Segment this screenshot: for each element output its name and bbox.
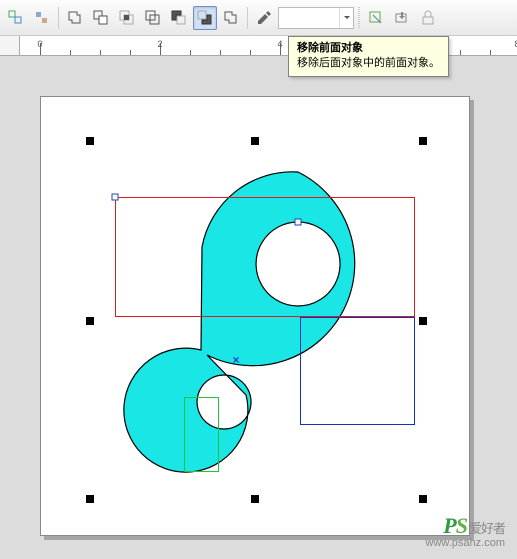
selection-handle[interactable] <box>251 495 259 503</box>
selection-handle[interactable] <box>419 495 427 503</box>
clip-icon[interactable] <box>364 6 388 30</box>
separator <box>358 7 360 29</box>
lock-icon[interactable] <box>416 6 440 30</box>
boundary-icon[interactable] <box>219 6 243 30</box>
selection-handle[interactable] <box>86 137 94 145</box>
tooltip-desc: 移除后面对象中的前面对象。 <box>297 56 440 71</box>
eyedropper-icon[interactable] <box>252 6 276 30</box>
fill-dropdown-icon[interactable] <box>339 8 353 28</box>
fill-combo[interactable] <box>278 7 354 29</box>
canvas-area[interactable]: × <box>0 56 517 559</box>
selection-handle[interactable] <box>419 137 427 145</box>
ruler-label: 0 <box>37 39 42 49</box>
artwork: × <box>41 97 469 535</box>
ruler-corner <box>0 36 20 56</box>
watermark-url: www.psahz.com <box>426 537 505 549</box>
watermark-logo: PS爱好者 <box>426 513 505 539</box>
watermark: PS爱好者 www.psahz.com <box>426 513 505 549</box>
extract-icon[interactable] <box>390 6 414 30</box>
back-minus-front-icon[interactable] <box>193 6 217 30</box>
snap-icon[interactable] <box>4 6 28 30</box>
front-minus-back-icon[interactable] <box>167 6 191 30</box>
separator <box>247 7 248 29</box>
weld-icon[interactable] <box>63 6 87 30</box>
blue-rectangle[interactable] <box>300 317 415 425</box>
green-rectangle[interactable] <box>184 397 219 472</box>
fill-swatch <box>279 8 339 28</box>
simplify-icon[interactable] <box>141 6 165 30</box>
selection-center-icon[interactable]: × <box>231 355 241 365</box>
path-node[interactable] <box>112 194 119 201</box>
red-rectangle[interactable] <box>115 197 415 317</box>
property-toolbar <box>0 0 517 36</box>
ruler-label: 4 <box>277 39 282 49</box>
trim-icon[interactable] <box>89 6 113 30</box>
tooltip-title: 移除前面对象 <box>297 41 440 56</box>
selection-handle[interactable] <box>419 317 427 325</box>
ruler-label: 2 <box>157 39 162 49</box>
selection-handle[interactable] <box>86 495 94 503</box>
path-node[interactable] <box>295 219 302 226</box>
separator <box>58 7 59 29</box>
selection-handle[interactable] <box>86 317 94 325</box>
align-icon[interactable] <box>30 6 54 30</box>
tooltip: 移除前面对象 移除后面对象中的前面对象。 <box>288 36 449 77</box>
page: × <box>40 96 470 536</box>
selection-handle[interactable] <box>251 137 259 145</box>
intersect-icon[interactable] <box>115 6 139 30</box>
